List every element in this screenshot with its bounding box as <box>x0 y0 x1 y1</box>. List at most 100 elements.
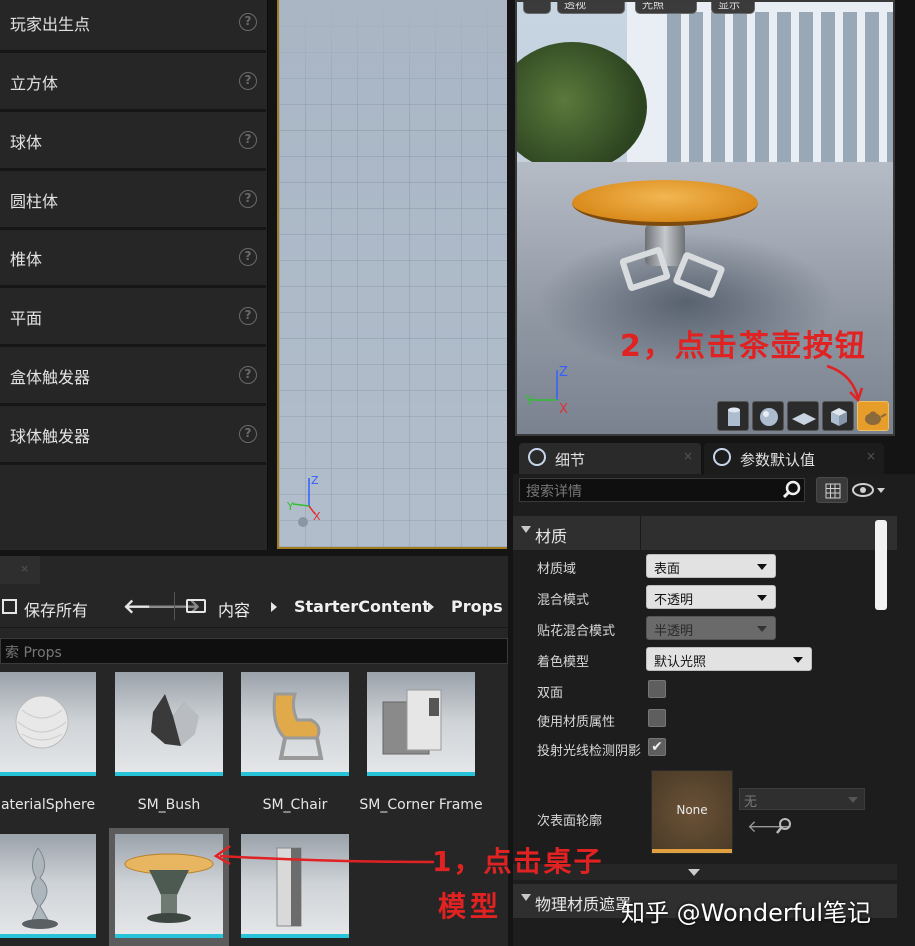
breadcrumb-props[interactable]: Props <box>451 597 503 616</box>
collapse-arrow-icon <box>521 894 531 901</box>
tab-close-icon[interactable]: × <box>866 449 876 463</box>
place-item-cube[interactable]: 立方体 ? <box>0 56 266 112</box>
preview-sphere-button[interactable] <box>752 401 784 431</box>
place-item-label: 平面 <box>10 309 43 328</box>
content-browser-tab[interactable]: × <box>0 556 40 584</box>
sphere-icon <box>760 408 778 426</box>
building-windows <box>667 12 893 162</box>
annotation-model: 模型 <box>438 890 503 923</box>
place-item-label: 圆柱体 <box>10 192 59 211</box>
chevron-down-icon <box>848 797 858 803</box>
details-tabbar: 细节 × 参数默认值 × <box>513 438 915 474</box>
material-domain-combo[interactable]: 表面 <box>646 554 776 578</box>
corner-frame-mesh-icon <box>382 689 442 755</box>
shading-model-combo[interactable]: 默认光照 <box>646 647 812 671</box>
asset-thumbnail <box>0 834 96 938</box>
section-material-header[interactable]: 材质 <box>513 516 897 550</box>
folder-icon[interactable] <box>186 599 206 613</box>
annotation-click-table: 1，点击桌子 <box>432 845 604 878</box>
cast-ray-traced-shadows-checkbox[interactable]: ✔ <box>648 738 666 756</box>
section-title: 物理材质遮罩 <box>535 895 632 914</box>
annotation-click-teapot: 2，点击茶壶按钮 <box>620 329 867 364</box>
subsurface-profile-combo[interactable]: 无 <box>739 788 865 810</box>
preview-plane-button[interactable] <box>787 401 819 431</box>
preview-teapot-button[interactable] <box>857 401 889 431</box>
property-matrix-button[interactable] <box>816 477 848 503</box>
place-item-cone[interactable]: 椎体 ? <box>0 232 266 288</box>
prop-material-domain: 材质域 表面 <box>513 552 883 582</box>
prop-blend-mode: 混合模式 不透明 <box>513 583 883 613</box>
y-axis-label: Y <box>287 500 294 513</box>
blend-mode-combo[interactable]: 不透明 <box>646 585 776 609</box>
help-icon[interactable]: ? <box>239 425 257 443</box>
details-search-input[interactable]: 搜索详情 <box>519 478 805 502</box>
prop-label: 贴花混合模式 <box>537 624 616 639</box>
breadcrumb-startercontent[interactable]: StarterContent <box>294 597 430 616</box>
prop-two-sided: 双面 <box>513 676 883 706</box>
prop-label: 投射光线检测阴影 <box>537 744 642 759</box>
grid-icon <box>825 483 841 499</box>
material-preview-viewport[interactable]: 透视 光照 显示 2，点击茶壶按钮 Z X Y <box>515 0 895 436</box>
tab-close-icon[interactable]: × <box>683 449 693 463</box>
teapot-icon <box>865 411 887 425</box>
prop-label: 混合模式 <box>537 593 590 608</box>
sphere-mesh-icon <box>15 695 69 749</box>
help-icon[interactable]: ? <box>239 72 257 90</box>
asset-thumbnail <box>0 672 96 776</box>
subsurface-profile-thumbnail[interactable]: None <box>651 770 733 854</box>
chair-mesh-icon <box>272 692 324 760</box>
prop-shading-model: 着色模型 默认光照 <box>513 645 883 675</box>
help-icon[interactable]: ? <box>239 13 257 31</box>
chevron-down-icon <box>757 595 767 601</box>
prop-decal-blend-mode: 贴花混合模式 半透明 <box>513 614 883 644</box>
view-options-eye-icon[interactable] <box>851 480 889 500</box>
camera-icon <box>298 517 308 527</box>
browse-search-icon[interactable] <box>775 817 793 835</box>
combo-value: 表面 <box>654 562 681 577</box>
place-item-box-trigger[interactable]: 盒体触发器 ? <box>0 350 266 406</box>
place-item-player-start[interactable]: 玩家出生点 ? <box>0 0 266 53</box>
tab-details[interactable]: 细节 × <box>519 443 701 474</box>
place-item-sphere-trigger[interactable]: 球体触发器 ? <box>0 409 266 465</box>
tab-close-icon[interactable]: × <box>20 562 29 575</box>
preview-axis-gizmo: Z X Y <box>524 365 568 417</box>
perspective-button[interactable]: 透视 <box>557 2 625 14</box>
place-item-plane[interactable]: 平面 ? <box>0 291 266 347</box>
decal-blend-mode-combo: 半透明 <box>646 616 776 640</box>
help-icon[interactable]: ? <box>239 131 257 149</box>
place-item-sphere[interactable]: 球体 ? <box>0 115 266 171</box>
search-icon <box>783 480 801 498</box>
help-icon[interactable]: ? <box>239 307 257 325</box>
help-icon[interactable]: ? <box>239 190 257 208</box>
lit-mode-button[interactable]: 光照 <box>635 2 697 14</box>
content-browser-toolbar: 保存所有 🡐 🡒 内容 StarterContent Props <box>0 584 508 628</box>
breadcrumb-separator-icon[interactable] <box>271 602 277 612</box>
place-item-cylinder[interactable]: 圆柱体 ? <box>0 174 266 230</box>
asset-thumbnail <box>115 672 223 776</box>
tab-label: 参数默认值 <box>740 451 816 469</box>
help-icon[interactable]: ? <box>239 366 257 384</box>
level-viewport[interactable]: Z X Y <box>277 0 507 549</box>
preview-cylinder-button[interactable] <box>717 401 749 431</box>
breadcrumb-separator-icon[interactable] <box>428 602 434 612</box>
viewport-menu-button[interactable] <box>523 2 551 14</box>
two-sided-checkbox[interactable] <box>648 680 666 698</box>
save-all-button[interactable]: 保存所有 <box>24 597 88 621</box>
prop-label: 双面 <box>537 686 564 701</box>
breadcrumb-content[interactable]: 内容 <box>218 597 250 621</box>
show-button[interactable]: 显示 <box>711 2 755 14</box>
params-search-icon <box>713 448 731 466</box>
tab-default-params[interactable]: 参数默认值 × <box>704 443 884 474</box>
place-item-label: 球体 <box>10 133 43 152</box>
section-title: 材质 <box>535 527 568 546</box>
save-icon <box>2 599 17 614</box>
x-axis-label: X <box>559 402 568 417</box>
asset-thumbnail <box>241 672 349 776</box>
preview-cube-button[interactable] <box>822 401 854 431</box>
help-icon[interactable]: ? <box>239 248 257 266</box>
z-axis-label: Z <box>559 365 568 380</box>
asset-search-input[interactable]: 索 Props <box>0 638 508 664</box>
place-item-label: 盒体触发器 <box>10 368 91 387</box>
use-material-attributes-checkbox[interactable] <box>648 709 666 727</box>
prop-label: 着色模型 <box>537 655 590 670</box>
